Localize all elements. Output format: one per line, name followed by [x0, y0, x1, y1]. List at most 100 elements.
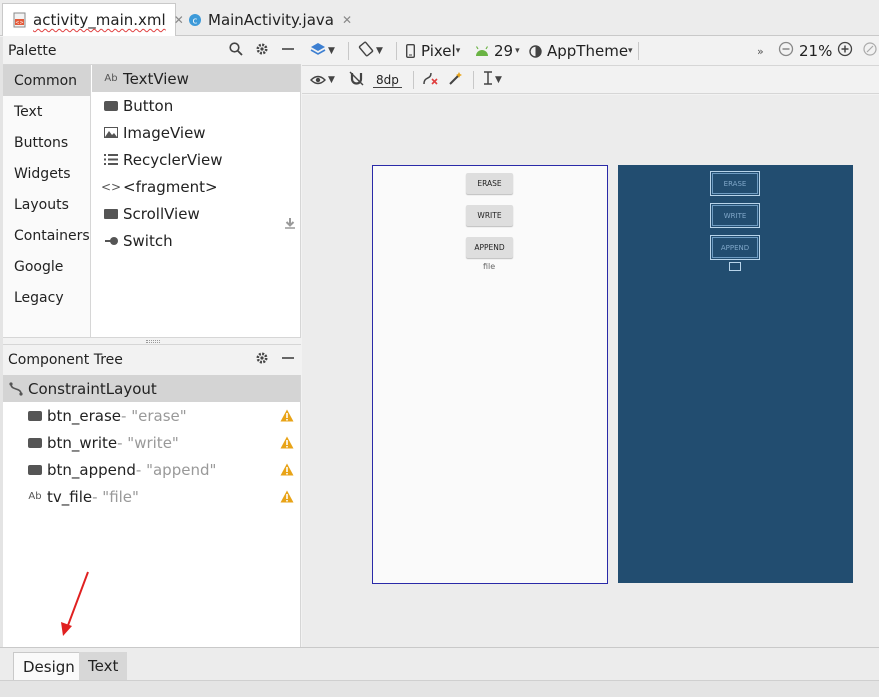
default-margin-button[interactable]: 8dp: [373, 66, 402, 94]
tab-text[interactable]: Text: [79, 652, 128, 680]
api-level-label: 29: [494, 42, 514, 60]
blueprint-write-button[interactable]: WRITE: [710, 203, 760, 228]
list-icon: [104, 154, 118, 166]
tab-mainactivity-java[interactable]: c MainActivity.java ✕: [178, 3, 352, 36]
tree-item-text: - "file": [92, 487, 139, 506]
tree-item-text: - "write": [117, 433, 179, 452]
download-icon[interactable]: [284, 217, 296, 232]
widget-recyclerview[interactable]: RecyclerView: [92, 146, 300, 173]
chevron-down-icon: ▼: [495, 75, 502, 85]
zoom-to-fit-button[interactable]: [863, 37, 877, 65]
blueprint-file-textview[interactable]: [729, 262, 741, 271]
toolbar-separator: [638, 42, 639, 60]
device-label: Pixel: [421, 42, 456, 60]
button-icon: [28, 464, 42, 476]
splitter-grip[interactable]: [146, 340, 160, 343]
category-google[interactable]: Google: [3, 251, 90, 282]
tab-design[interactable]: Design: [13, 652, 85, 680]
magic-wand-icon: [448, 71, 463, 90]
preview-erase-button[interactable]: ERASE: [466, 173, 513, 194]
chevron-down-icon: ▾: [455, 46, 461, 56]
search-icon[interactable]: [229, 42, 243, 60]
tab-activity-main-xml[interactable]: <> activity_main.xml ✕: [2, 3, 184, 36]
preview-file-textview[interactable]: file: [483, 262, 495, 271]
blueprint-screen[interactable]: ERASE WRITE APPEND: [618, 165, 853, 583]
zoom-out-button[interactable]: [778, 37, 794, 65]
infer-constraints-button[interactable]: [448, 66, 463, 94]
zoom-out-icon: [778, 41, 794, 61]
tree-item-btn-append[interactable]: btn_append - "append": [3, 456, 300, 483]
widget-switch[interactable]: Switch: [92, 227, 300, 254]
device-selector[interactable]: Pixel ▾: [406, 37, 460, 65]
code-brackets-icon: <>: [100, 179, 122, 194]
category-text[interactable]: Text: [3, 96, 90, 127]
category-widgets[interactable]: Widgets: [3, 158, 90, 189]
preview-write-button[interactable]: WRITE: [466, 205, 513, 226]
magnet-icon: [349, 71, 364, 90]
tree-item-text: - "erase": [121, 406, 187, 425]
button-icon: [28, 437, 42, 449]
minimize-icon[interactable]: [281, 351, 295, 369]
widget-textview[interactable]: Ab TextView: [92, 65, 300, 92]
editor-tab-bar: <> activity_main.xml ✕ c MainActivity.ja…: [0, 0, 879, 36]
java-class-icon: c: [188, 12, 202, 28]
close-icon[interactable]: ✕: [342, 13, 352, 27]
tree-root-label: ConstraintLayout: [28, 379, 157, 398]
editor-mode-tabs: Design Text: [0, 647, 879, 680]
clear-constraints-button[interactable]: [422, 66, 439, 94]
more-actions-icon[interactable]: »: [757, 37, 764, 65]
orientation-button[interactable]: ▼: [358, 37, 383, 65]
toolbar-separator: [473, 71, 474, 89]
design-preview-screen[interactable]: ERASE WRITE APPEND file: [372, 165, 608, 584]
category-legacy[interactable]: Legacy: [3, 282, 90, 313]
view-options-button[interactable]: ▼: [310, 66, 335, 94]
warning-icon[interactable]: [280, 408, 294, 426]
widget-imageview[interactable]: ImageView: [92, 119, 300, 146]
tree-item-btn-erase[interactable]: btn_erase - "erase": [3, 402, 300, 429]
zoom-in-icon: [837, 41, 853, 61]
design-surface-button[interactable]: ▼: [310, 37, 335, 65]
minimize-icon[interactable]: [281, 42, 295, 60]
constraint-layout-icon: [9, 381, 23, 396]
gear-icon[interactable]: [255, 42, 269, 60]
gear-icon[interactable]: [255, 351, 269, 369]
tree-root-constraintlayout[interactable]: ConstraintLayout: [3, 375, 300, 402]
category-buttons[interactable]: Buttons: [3, 127, 90, 158]
warning-icon[interactable]: [280, 462, 294, 480]
design-toolbar: ▼ ▼ Pixel ▾ 29 ▾ AppTheme ▾ » 21%: [302, 37, 879, 66]
autoconnect-toggle[interactable]: [349, 66, 364, 94]
widget-scrollview[interactable]: ScrollView: [92, 200, 300, 227]
chevron-down-icon: ▼: [328, 46, 335, 56]
svg-text:<>: <>: [15, 20, 23, 26]
textview-icon: Ab: [104, 73, 118, 84]
design-canvas[interactable]: ERASE WRITE APPEND file ERASE WRITE APPE…: [302, 95, 879, 647]
blueprint-append-button[interactable]: APPEND: [710, 235, 760, 260]
warning-icon[interactable]: [280, 489, 294, 507]
widget-fragment[interactable]: <> <fragment>: [92, 173, 300, 200]
component-tree-header: Component Tree: [3, 346, 301, 374]
tree-item-btn-write[interactable]: btn_write - "write": [3, 429, 300, 456]
panel-splitter[interactable]: [3, 337, 301, 345]
preview-append-button[interactable]: APPEND: [466, 237, 513, 258]
category-common[interactable]: Common: [3, 65, 90, 96]
tree-item-text: - "append": [135, 460, 217, 479]
palette-header: Palette: [3, 37, 301, 65]
blueprint-erase-button[interactable]: ERASE: [710, 171, 760, 196]
status-bar: [0, 680, 879, 697]
theme-icon: [529, 44, 542, 58]
tree-item-id: btn_append: [47, 460, 136, 479]
android-icon: [475, 45, 489, 57]
chevron-down-icon: ▾: [628, 46, 633, 56]
tab-label: MainActivity.java: [208, 10, 334, 29]
theme-selector[interactable]: AppTheme ▾: [529, 37, 633, 65]
widget-button[interactable]: Button: [92, 92, 300, 119]
guidelines-button[interactable]: ▼: [483, 66, 502, 94]
svg-text:c: c: [193, 16, 198, 26]
zoom-in-button[interactable]: [837, 37, 853, 65]
tree-item-tv-file[interactable]: Ab tv_file - "file": [3, 483, 300, 510]
warning-icon[interactable]: [280, 435, 294, 453]
api-level-selector[interactable]: 29 ▾: [475, 37, 520, 65]
category-layouts[interactable]: Layouts: [3, 189, 90, 220]
scrollview-icon: [104, 208, 118, 220]
category-containers[interactable]: Containers: [3, 220, 90, 251]
